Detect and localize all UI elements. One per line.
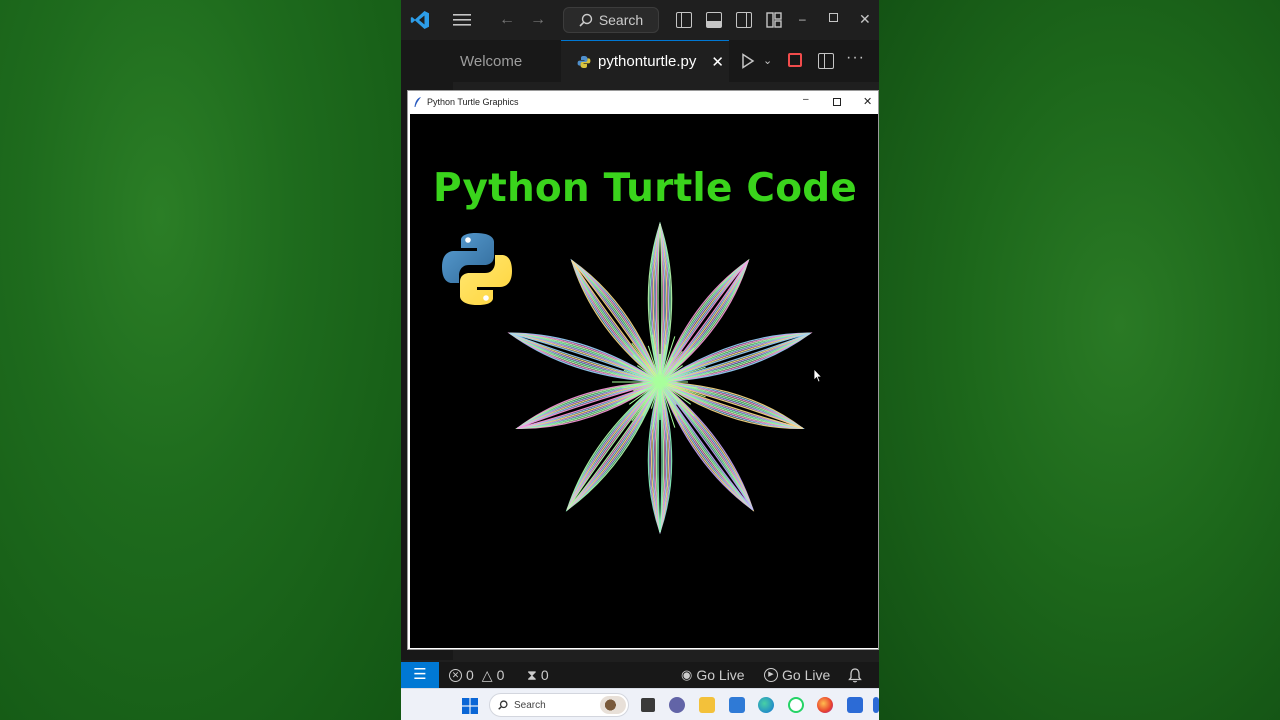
run-icon[interactable] bbox=[741, 53, 755, 69]
go-live-label-1: Go Live bbox=[696, 667, 745, 683]
more-actions-icon[interactable]: ··· bbox=[846, 50, 865, 66]
error-icon: ✕ bbox=[449, 668, 462, 682]
firefox-icon[interactable] bbox=[817, 697, 833, 713]
run-dropdown-icon[interactable]: ⌄ bbox=[763, 53, 772, 69]
broadcast-icon: ⧗ bbox=[527, 667, 537, 683]
turtle-titlebar: Python Turtle Graphics – ✕ bbox=[408, 91, 878, 113]
taskbar-search[interactable]: Search bbox=[489, 693, 629, 717]
turtle-window: Python Turtle Graphics – ✕ Python Turtle… bbox=[407, 90, 879, 650]
search-icon bbox=[579, 13, 593, 27]
python-file-icon bbox=[577, 55, 591, 68]
play-circle-icon: ▶ bbox=[764, 668, 778, 682]
search-icon bbox=[498, 700, 508, 710]
feather-icon bbox=[414, 97, 421, 107]
edge-icon[interactable] bbox=[758, 697, 774, 713]
vscode-logo-icon bbox=[410, 11, 429, 29]
screen-recording: ← → Search – ✕ Welcome pythonturtle.py ✕… bbox=[401, 0, 879, 720]
forward-icon[interactable]: → bbox=[530, 12, 546, 28]
go-live-status-2[interactable]: ▶ Go Live bbox=[764, 662, 830, 688]
mouse-cursor-icon bbox=[813, 368, 823, 383]
stop-icon[interactable] bbox=[788, 53, 802, 67]
windows-taskbar: Search bbox=[401, 688, 879, 720]
tab-pythonturtle[interactable]: pythonturtle.py ✕ bbox=[561, 40, 729, 82]
go-live-status-1[interactable]: ◉ Go Live bbox=[681, 662, 745, 688]
error-count: 0 bbox=[466, 667, 474, 683]
tab-welcome-label: Welcome bbox=[460, 52, 523, 70]
minimize-icon[interactable]: – bbox=[799, 11, 806, 27]
background-left bbox=[0, 0, 401, 720]
split-editor-icon[interactable] bbox=[818, 53, 834, 69]
whatsapp-icon[interactable] bbox=[788, 697, 804, 713]
remote-icon[interactable]: ☰ bbox=[401, 662, 439, 688]
problems-status[interactable]: ✕ 0 △ 0 bbox=[449, 662, 504, 688]
maximize-icon[interactable] bbox=[829, 13, 838, 22]
teams-icon[interactable] bbox=[669, 697, 685, 713]
task-view-icon[interactable] bbox=[641, 698, 655, 712]
turtle-star-drawing bbox=[507, 221, 813, 535]
search-highlight-icon bbox=[600, 696, 626, 714]
turtle-canvas: Python Turtle Code bbox=[410, 114, 878, 648]
command-center-search[interactable]: Search bbox=[563, 7, 659, 33]
go-live-label-2: Go Live bbox=[782, 667, 831, 683]
toggle-secondary-sidebar-icon[interactable] bbox=[736, 12, 752, 28]
turtle-window-title: Python Turtle Graphics bbox=[427, 97, 519, 107]
bell-icon[interactable] bbox=[848, 668, 862, 683]
turtle-maximize-icon[interactable] bbox=[833, 98, 841, 106]
status-bar: ☰ ✕ 0 △ 0 ⧗ 0 ◉ Go Live ▶ Go Live bbox=[401, 662, 879, 688]
vscode-titlebar: ← → Search – ✕ bbox=[401, 0, 879, 40]
close-tab-icon[interactable]: ✕ bbox=[711, 53, 724, 71]
ports-count: 0 bbox=[540, 667, 549, 683]
close-window-icon[interactable]: ✕ bbox=[859, 11, 871, 27]
windows-start-icon[interactable] bbox=[462, 698, 478, 714]
overflow-app-icon[interactable] bbox=[873, 697, 879, 713]
customize-layout-icon[interactable] bbox=[766, 12, 782, 28]
file-explorer-icon[interactable] bbox=[699, 697, 715, 713]
store-icon[interactable] bbox=[729, 697, 745, 713]
warning-icon: △ bbox=[481, 667, 493, 683]
warning-count: 0 bbox=[496, 667, 505, 683]
tab-welcome[interactable]: Welcome bbox=[453, 40, 561, 82]
broadcast-icon: ◉ bbox=[681, 667, 693, 682]
taskbar-search-label: Search bbox=[514, 699, 546, 711]
turtle-close-icon[interactable]: ✕ bbox=[863, 95, 872, 108]
ports-status[interactable]: ⧗ 0 bbox=[527, 662, 549, 688]
turtle-minimize-icon[interactable]: – bbox=[803, 94, 809, 105]
toggle-panel-icon[interactable] bbox=[706, 12, 722, 28]
toggle-sidebar-icon[interactable] bbox=[676, 12, 692, 28]
menu-icon[interactable] bbox=[453, 12, 471, 28]
monitor-app-icon[interactable] bbox=[847, 697, 863, 713]
tab-pythonturtle-label: pythonturtle.py bbox=[598, 53, 697, 70]
search-label: Search bbox=[598, 12, 644, 28]
background-right bbox=[879, 0, 1280, 720]
back-icon[interactable]: ← bbox=[499, 12, 515, 28]
